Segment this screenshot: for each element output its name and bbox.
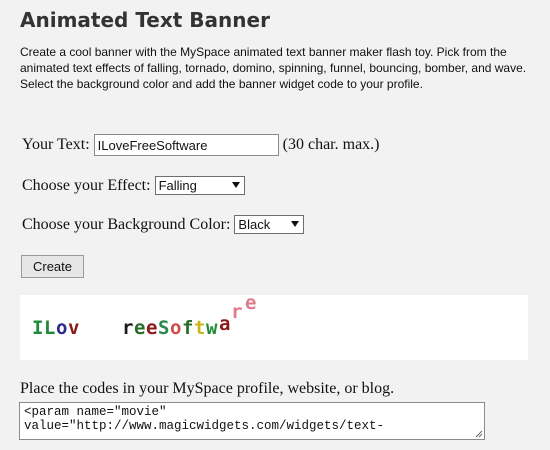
banner-letter: r [122,317,134,339]
banner-letter: o [170,317,182,339]
page-description: Create a cool banner with the MySpace an… [20,45,527,91]
background-color-select[interactable]: Black [234,215,305,234]
banner-letter: r [231,301,243,323]
char-limit-hint: (30 char. max.) [282,136,380,153]
your-text-input[interactable] [93,134,279,156]
place-codes-label: Place the codes in your MySpace profile,… [20,380,395,397]
banner-letter: f [182,317,194,339]
your-text-label: Your Text: [22,136,90,153]
animated-banner-preview: ILovreeSoftware [20,292,528,360]
banner-letter: a [219,313,231,335]
page-title: Animated Text Banner [20,8,270,32]
resize-grip-icon[interactable] [473,428,483,438]
banner-letter: S [158,317,170,339]
banner-letter: e [146,317,158,339]
banner-letter: I [32,317,44,339]
embed-code-textarea[interactable]: <param name="movie" value="http://www.ma… [19,402,485,440]
chevron-down-icon [291,221,300,227]
banner-letter: e [134,317,146,339]
banner-letter: o [56,317,68,339]
effect-select[interactable]: Falling [154,176,245,195]
banner-letter: L [44,317,56,339]
background-color-label: Choose your Background Color: [22,215,231,233]
banner-letter: v [68,317,80,339]
chevron-down-icon [231,182,240,188]
create-button[interactable]: Create [21,255,84,278]
banner-letter: t [194,317,206,339]
banner-letter: w [206,317,218,339]
effect-selected-value: Falling [158,178,197,193]
effect-label: Choose your Effect: [22,176,151,194]
background-color-selected-value: Black [238,217,271,232]
banner-letter: e [245,292,257,314]
